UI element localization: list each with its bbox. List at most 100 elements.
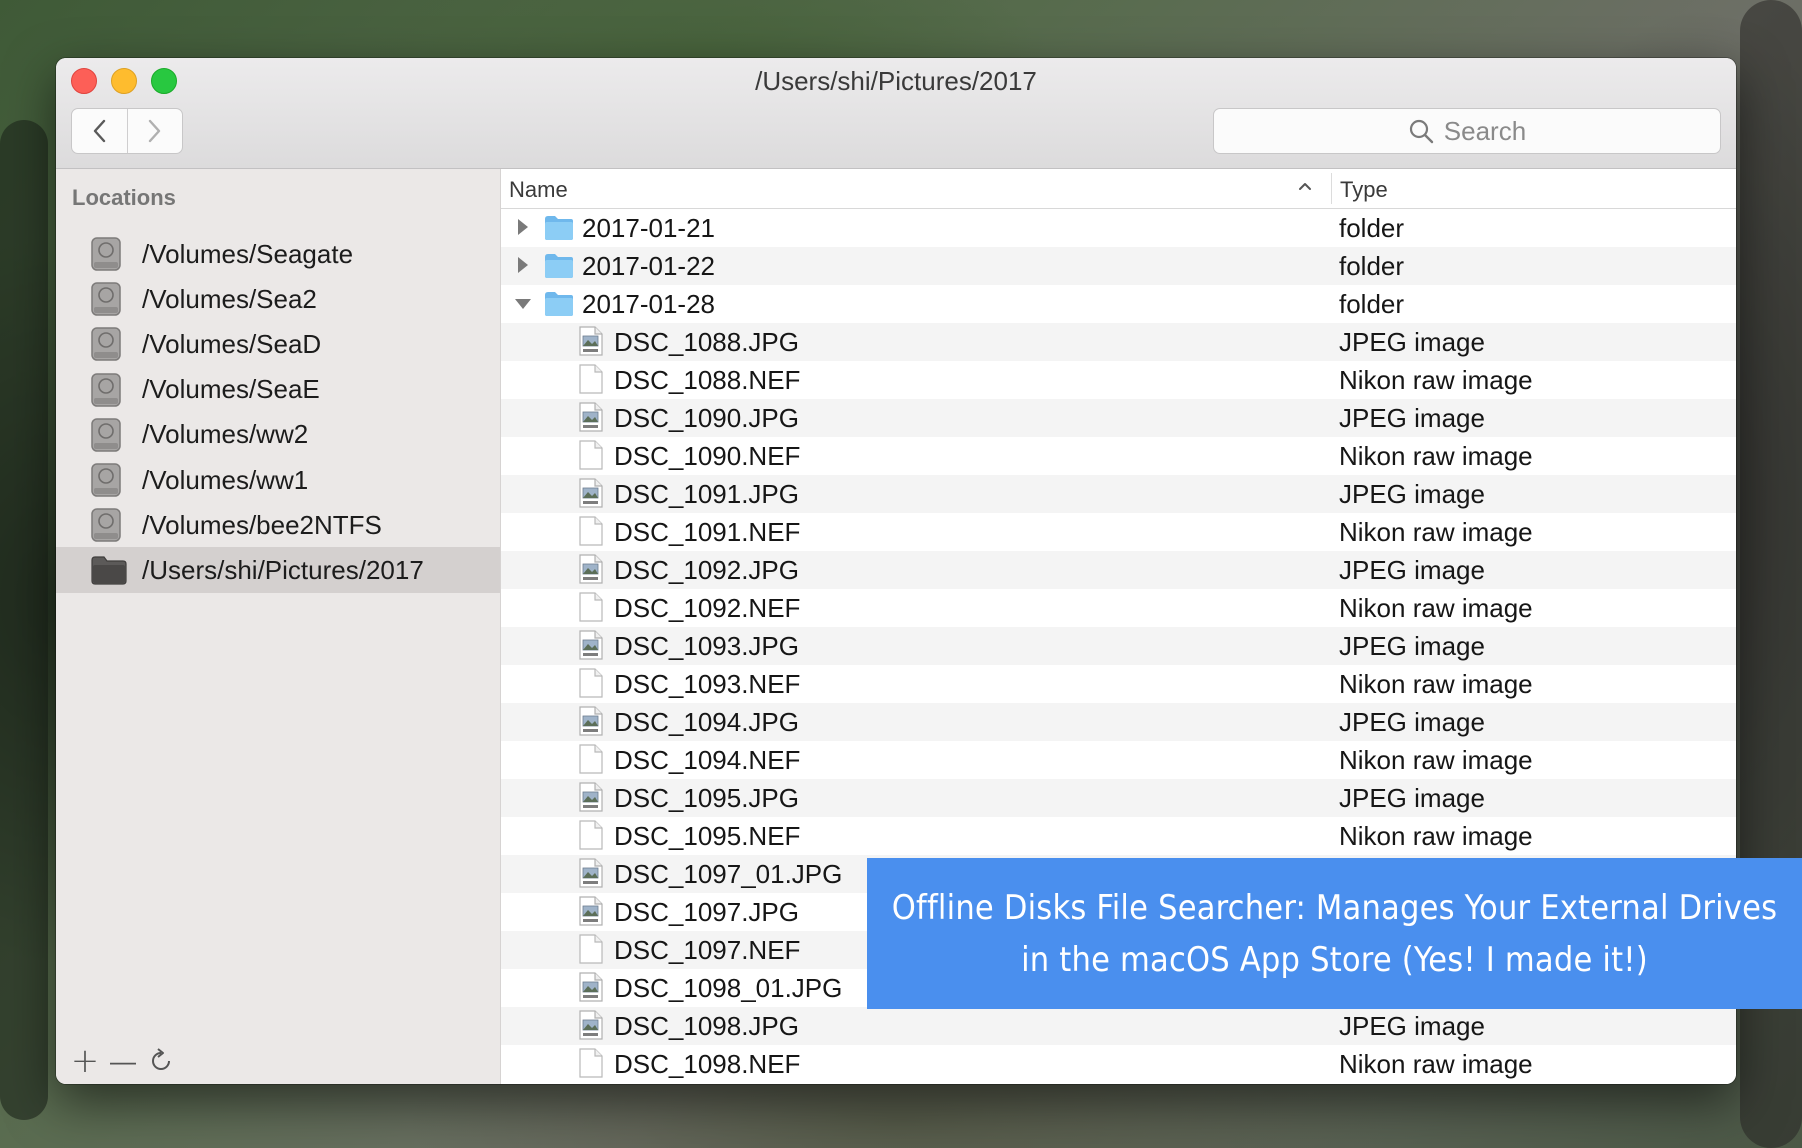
jpeg-file-icon <box>579 402 603 437</box>
jpeg-file-icon <box>579 554 603 589</box>
document-icon <box>579 592 603 627</box>
file-name: DSC_1092.JPG <box>614 555 799 585</box>
file-row[interactable]: DSC_1091.NEF Nikon raw image <box>501 513 1736 551</box>
folder-row[interactable]: 2017-01-28 folder <box>501 285 1736 323</box>
back-button[interactable] <box>72 109 127 153</box>
sidebar-item[interactable]: /Volumes/ww2 <box>56 412 500 458</box>
promo-banner-line-1: Offline Disks File Searcher: Manages You… <box>891 887 1778 928</box>
file-name: DSC_1098.JPG <box>614 1011 799 1041</box>
add-location-button[interactable]: + <box>71 1044 100 1078</box>
file-name: 2017-01-22 <box>582 251 715 281</box>
sidebar-item[interactable]: /Volumes/Seagate <box>56 231 500 277</box>
file-type: JPEG image <box>1339 403 1485 433</box>
sort-ascending-icon[interactable] <box>1297 173 1313 206</box>
disclosure-collapsed-icon[interactable] <box>515 217 531 242</box>
file-name: DSC_1098.NEF <box>614 1049 801 1079</box>
document-icon <box>579 744 603 779</box>
drive-icon <box>91 508 121 547</box>
document-icon <box>579 820 603 855</box>
file-name: DSC_1094.JPG <box>614 707 799 737</box>
file-row[interactable]: DSC_1092.JPG JPEG image <box>501 551 1736 589</box>
sidebar-item-label: /Volumes/ww1 <box>142 464 309 495</box>
file-name: DSC_1091.JPG <box>614 479 799 509</box>
file-type: JPEG image <box>1339 631 1485 661</box>
disclosure-expanded-icon[interactable] <box>513 296 533 317</box>
sidebar-item[interactable]: /Volumes/bee2NTFS <box>56 502 500 548</box>
document-icon <box>579 934 603 969</box>
file-type: Nikon raw image <box>1339 365 1533 395</box>
jpeg-file-icon <box>579 1010 603 1045</box>
remove-location-button[interactable]: — <box>110 1048 136 1074</box>
column-divider[interactable] <box>1331 173 1332 204</box>
file-name: DSC_1094.NEF <box>614 745 801 775</box>
sidebar-tools: + — <box>71 1044 174 1078</box>
file-row[interactable]: DSC_1093.JPG JPEG image <box>501 627 1736 665</box>
folder-row[interactable]: 2017-01-21 folder <box>501 209 1736 247</box>
file-name: DSC_1097_01.JPG <box>614 859 843 889</box>
file-type: JPEG image <box>1339 479 1485 509</box>
file-name: DSC_1097.JPG <box>614 897 799 927</box>
file-type: Nikon raw image <box>1339 745 1533 775</box>
disclosure-collapsed-icon[interactable] <box>515 255 531 280</box>
file-type: Nikon raw image <box>1339 441 1533 471</box>
file-name: DSC_1093.NEF <box>614 669 801 699</box>
search-icon <box>1409 119 1433 144</box>
drive-icon <box>91 282 121 321</box>
navigation-buttons <box>71 108 183 154</box>
drive-icon <box>91 418 121 457</box>
file-type: Nikon raw image <box>1339 1049 1533 1079</box>
column-name-header[interactable]: Name <box>509 177 568 203</box>
title-bar: /Users/shi/Pictures/2017 Search <box>56 58 1736 169</box>
jpeg-file-icon <box>579 478 603 513</box>
file-row[interactable]: DSC_1095.JPG JPEG image <box>501 779 1736 817</box>
folder-icon <box>544 253 574 284</box>
sidebar-item-label: /Volumes/SeaE <box>142 374 320 405</box>
file-name: 2017-01-21 <box>582 213 715 243</box>
chevron-left-icon <box>94 119 106 143</box>
file-type: JPEG image <box>1339 555 1485 585</box>
sidebar-item[interactable]: /Volumes/Sea2 <box>56 276 500 322</box>
forward-button[interactable] <box>126 109 183 153</box>
file-type: JPEG image <box>1339 707 1485 737</box>
background-tree-trunk <box>0 120 48 1120</box>
file-name: DSC_1093.JPG <box>614 631 799 661</box>
sidebar-item[interactable]: /Volumes/SeaD <box>56 321 500 367</box>
column-type-header[interactable]: Type <box>1340 177 1388 203</box>
search-placeholder: Search <box>1443 115 1527 146</box>
file-type: JPEG image <box>1339 327 1485 357</box>
sidebar-item-label: /Volumes/ww2 <box>142 419 309 450</box>
sidebar-item-label: /Volumes/Sea2 <box>142 283 317 314</box>
file-name: DSC_1097.NEF <box>614 935 801 965</box>
column-header: Name Type <box>501 169 1736 209</box>
file-row[interactable]: DSC_1094.NEF Nikon raw image <box>501 741 1736 779</box>
sidebar-item[interactable]: /Volumes/ww1 <box>56 457 500 503</box>
sidebar-header: Locations <box>72 185 176 210</box>
jpeg-file-icon <box>579 858 603 893</box>
file-row[interactable]: DSC_1098.JPG JPEG image <box>501 1007 1736 1045</box>
file-row[interactable]: DSC_1093.NEF Nikon raw image <box>501 665 1736 703</box>
search-field[interactable]: Search <box>1213 108 1721 154</box>
sidebar-item[interactable]: /Users/shi/Pictures/2017 <box>56 547 500 594</box>
file-row[interactable]: DSC_1088.NEF Nikon raw image <box>501 361 1736 399</box>
file-row[interactable]: DSC_1090.NEF Nikon raw image <box>501 437 1736 475</box>
refresh-button[interactable] <box>148 1048 174 1074</box>
file-row[interactable]: DSC_1095.NEF Nikon raw image <box>501 817 1736 855</box>
file-row[interactable]: DSC_1092.NEF Nikon raw image <box>501 589 1736 627</box>
jpeg-file-icon <box>579 972 603 1007</box>
window-title: /Users/shi/Pictures/2017 <box>755 66 1037 96</box>
minus-icon: — <box>110 1046 136 1076</box>
file-type: folder <box>1339 213 1405 243</box>
jpeg-file-icon <box>579 706 603 741</box>
file-row[interactable]: DSC_1098.NEF Nikon raw image <box>501 1045 1736 1083</box>
file-row[interactable]: DSC_1094.JPG JPEG image <box>501 703 1736 741</box>
sidebar-item[interactable]: /Volumes/SeaE <box>56 367 500 413</box>
refresh-icon <box>152 1048 170 1070</box>
folder-row[interactable]: 2017-01-22 folder <box>501 247 1736 285</box>
file-row[interactable]: DSC_1091.JPG JPEG image <box>501 475 1736 513</box>
sidebar-item-label: /Users/shi/Pictures/2017 <box>142 554 424 585</box>
document-icon <box>579 668 603 703</box>
file-row[interactable]: DSC_1090.JPG JPEG image <box>501 399 1736 437</box>
file-name: DSC_1098_01.JPG <box>614 973 843 1003</box>
document-icon <box>579 364 603 399</box>
file-row[interactable]: DSC_1088.JPG JPEG image <box>501 323 1736 361</box>
